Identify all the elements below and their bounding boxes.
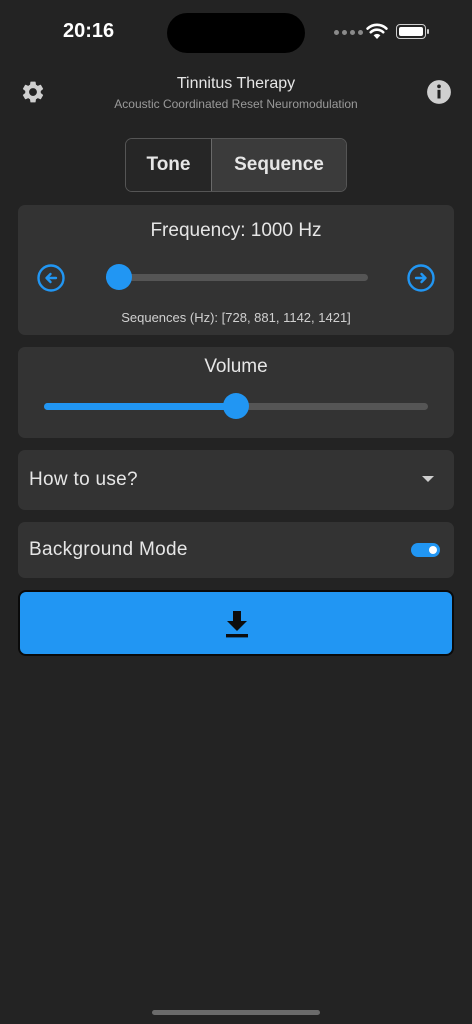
app-title: Tinnitus Therapy — [176, 75, 296, 92]
app-subtitle: Acoustic Coordinated Reset Neuromodulati… — [114, 97, 358, 111]
frequency-slider-thumb[interactable] — [106, 264, 133, 290]
wifi-icon — [366, 23, 388, 39]
tab-sequence[interactable]: Sequence — [211, 139, 346, 191]
home-indicator — [152, 1010, 320, 1015]
status-time: 20:16 — [63, 20, 115, 42]
frequency-card: Frequency: 1000 Hz Sequences (Hz): [728,… — [18, 205, 454, 335]
sequences-label: Sequences (Hz): [728, 881, 1142, 1421] — [121, 310, 351, 325]
tab-tone[interactable]: Tone — [126, 139, 211, 191]
arrow-right-circle-icon[interactable] — [406, 263, 436, 293]
signal-dots-icon — [334, 30, 363, 35]
info-icon[interactable] — [426, 79, 452, 105]
volume-card: Volume — [18, 347, 454, 438]
dropdown-arrow-icon — [422, 476, 434, 482]
arrow-left-circle-icon[interactable] — [36, 263, 66, 293]
status-bar: 20:16 — [0, 0, 472, 62]
how-to-use-dropdown[interactable]: How to use? — [18, 450, 454, 510]
how-to-use-label: How to use? — [29, 469, 138, 490]
background-mode-row: Background Mode — [18, 522, 454, 578]
dynamic-island — [167, 13, 305, 53]
download-icon — [226, 611, 248, 638]
battery-icon — [396, 24, 429, 39]
background-mode-toggle[interactable] — [411, 543, 440, 557]
background-mode-label: Background Mode — [29, 539, 188, 560]
volume-slider-thumb[interactable] — [223, 393, 249, 419]
volume-label: Volume — [204, 356, 268, 377]
frequency-slider-track[interactable] — [106, 274, 368, 281]
volume-slider-fill — [44, 403, 236, 410]
mode-segmented-control: Tone Sequence — [125, 138, 347, 192]
frequency-label: Frequency: 1000 Hz — [150, 220, 322, 241]
app-header: Tinnitus Therapy Acoustic Coordinated Re… — [0, 62, 472, 122]
download-button[interactable] — [18, 590, 454, 656]
